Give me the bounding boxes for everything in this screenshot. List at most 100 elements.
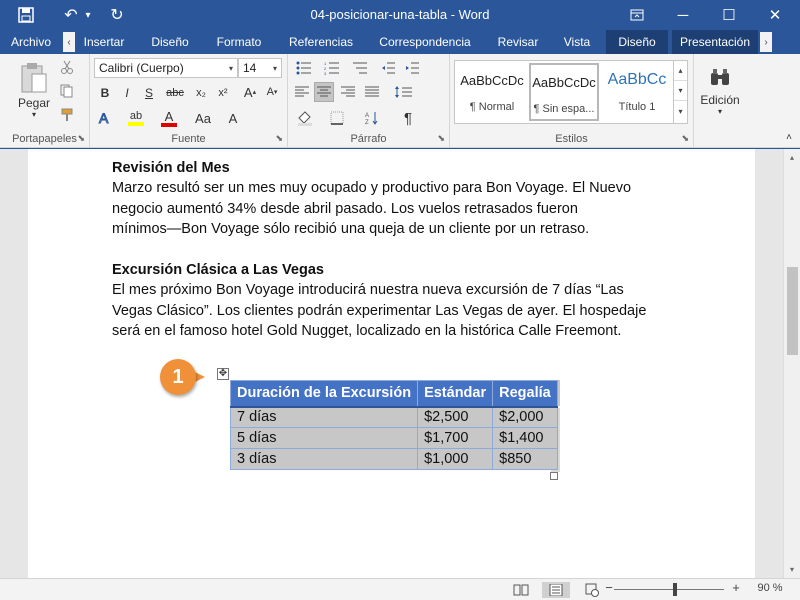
read-mode-icon (513, 584, 529, 596)
scroll-down-button[interactable]: ▾ (784, 561, 800, 577)
table-cell[interactable]: $2,000 (492, 406, 558, 428)
table-cell[interactable]: $1,000 (417, 448, 494, 470)
table-header-cell[interactable]: Estándar (417, 380, 494, 408)
chevron-down-icon: ▾ (717, 106, 722, 116)
align-center-icon (317, 86, 331, 97)
table-cell[interactable]: $1,700 (417, 427, 494, 449)
numbering-button[interactable]: 123 (320, 58, 344, 78)
style-heading-1[interactable]: AaBbCc Título 1 (601, 63, 673, 121)
gallery-more-button[interactable]: ▾ (674, 101, 687, 121)
align-center-button[interactable] (314, 82, 334, 102)
justify-button[interactable] (362, 82, 382, 102)
paste-button[interactable]: Pegar ▾ (12, 60, 56, 120)
scroll-up-button[interactable]: ▴ (784, 149, 800, 165)
paragraph-group: 123 AZ ¶ Párrafo ⬊ (288, 54, 450, 148)
gallery-up-button[interactable]: ▴ (674, 61, 687, 81)
clipboard-group-label: Portapapeles (12, 133, 77, 145)
tabs-scroll-right[interactable]: › (760, 32, 772, 52)
format-painter-button[interactable] (58, 106, 76, 124)
maximize-button[interactable]: ☐ (706, 0, 752, 30)
decrease-indent-button[interactable] (378, 58, 398, 78)
scroll-thumb[interactable] (787, 267, 798, 355)
tab-archivo[interactable]: Archivo (4, 30, 58, 54)
style-no-spacing[interactable]: AaBbCcDc ¶ Sin espa... (529, 63, 599, 121)
dialog-launcher-icon[interactable]: ⬊ (437, 133, 445, 144)
tours-table[interactable]: Duración de la Excursión Estándar Regalí… (229, 380, 558, 470)
table-cell[interactable]: $1,400 (492, 427, 558, 449)
close-button[interactable]: ✕ (752, 0, 798, 30)
zoom-out-button[interactable]: − (604, 580, 614, 595)
tab-revisar[interactable]: Revisar (492, 30, 544, 54)
dialog-launcher-icon[interactable]: ⬊ (275, 133, 283, 144)
align-right-button[interactable] (338, 82, 358, 102)
chevron-down-icon: ▾ (678, 86, 683, 95)
zoom-slider-track[interactable] (614, 589, 724, 590)
paragraph-group-label: Párrafo (350, 133, 387, 145)
read-mode-button[interactable] (508, 582, 534, 598)
font-color-button[interactable]: A (156, 108, 182, 128)
shading-button[interactable] (292, 108, 318, 128)
vertical-scrollbar[interactable]: ▴ ▾ (783, 149, 800, 578)
table-cell[interactable]: 7 días (229, 406, 419, 428)
print-layout-button[interactable] (542, 582, 570, 598)
tab-insertar[interactable]: Insertar (78, 30, 130, 54)
tab-table-layout[interactable]: Presentación (672, 30, 758, 54)
text-effects-button[interactable]: A (94, 108, 116, 128)
strikethrough-button[interactable]: abc (162, 84, 188, 102)
subscript-button[interactable]: x₂ (192, 84, 210, 102)
chevron-up-icon: ▴ (789, 152, 794, 162)
zoom-slider-thumb[interactable] (673, 583, 677, 596)
clear-formatting-button[interactable]: A (222, 108, 244, 128)
table-cell[interactable]: 5 días (229, 427, 419, 449)
change-case-button[interactable]: Aa (190, 108, 216, 128)
grow-font-button[interactable]: A ▴ (240, 82, 260, 102)
underline-button[interactable]: S (140, 84, 158, 102)
table-cell[interactable]: 3 días (229, 448, 419, 470)
tab-diseno[interactable]: Diseño (146, 30, 194, 54)
zoom-in-button[interactable]: + (730, 580, 742, 595)
shrink-font-button[interactable]: A ▾ (262, 82, 282, 102)
dialog-launcher-icon[interactable]: ⬊ (681, 133, 689, 144)
line-spacing-button[interactable] (390, 82, 416, 102)
bullets-button[interactable] (292, 58, 316, 78)
tab-referencias[interactable]: Referencias (284, 30, 358, 54)
style-normal[interactable]: AaBbCcDc ¶ Normal (457, 63, 527, 121)
borders-button[interactable] (324, 108, 350, 128)
gallery-down-button[interactable]: ▾ (674, 81, 687, 101)
table-cell[interactable]: $850 (492, 448, 558, 470)
web-layout-button[interactable] (580, 582, 604, 598)
highlight-button[interactable]: ab (122, 108, 150, 128)
table-move-handle[interactable]: ✥ (217, 368, 229, 380)
tab-correspondencia[interactable]: Correspondencia (374, 30, 476, 54)
dialog-launcher-icon[interactable]: ⬊ (77, 133, 85, 144)
superscript-button[interactable]: x² (214, 84, 232, 102)
font-name-select[interactable]: Calibri (Cuerpo) ▾ (94, 58, 238, 78)
tab-vista[interactable]: Vista (558, 30, 596, 54)
align-left-button[interactable] (292, 82, 312, 102)
ribbon-display-options-button[interactable] (614, 0, 660, 30)
tab-table-design[interactable]: Diseño (606, 30, 668, 54)
show-formatting-button[interactable]: ¶ (398, 108, 418, 128)
bold-button[interactable]: B (96, 84, 114, 102)
table-header-cell[interactable]: Regalía (492, 380, 558, 408)
italic-button[interactable]: I (118, 84, 136, 102)
zoom-level[interactable]: 90 % (752, 582, 788, 594)
increase-indent-button[interactable] (402, 58, 422, 78)
font-size-value: 14 (243, 61, 257, 75)
minimize-button[interactable]: ─ (660, 0, 706, 30)
chevron-down-icon: ▾ (228, 63, 233, 73)
table-row: 5 días $1,700 $1,400 (229, 427, 558, 449)
multilevel-list-button[interactable] (348, 58, 372, 78)
shading-icon (298, 111, 312, 126)
table-resize-handle[interactable] (550, 472, 558, 480)
collapse-ribbon-button[interactable]: ˄ (782, 130, 796, 144)
table-cell[interactable]: $2,500 (417, 406, 494, 428)
cut-button[interactable] (58, 58, 76, 76)
sort-button[interactable]: AZ (362, 108, 382, 128)
copy-button[interactable] (58, 82, 76, 100)
editing-button[interactable]: Edición ▾ (696, 58, 744, 124)
tabs-scroll-left[interactable]: ‹ (63, 32, 75, 52)
table-header-cell[interactable]: Duración de la Excursión (229, 380, 419, 408)
tab-formato[interactable]: Formato (210, 30, 268, 54)
font-size-select[interactable]: 14 ▾ (238, 58, 282, 78)
